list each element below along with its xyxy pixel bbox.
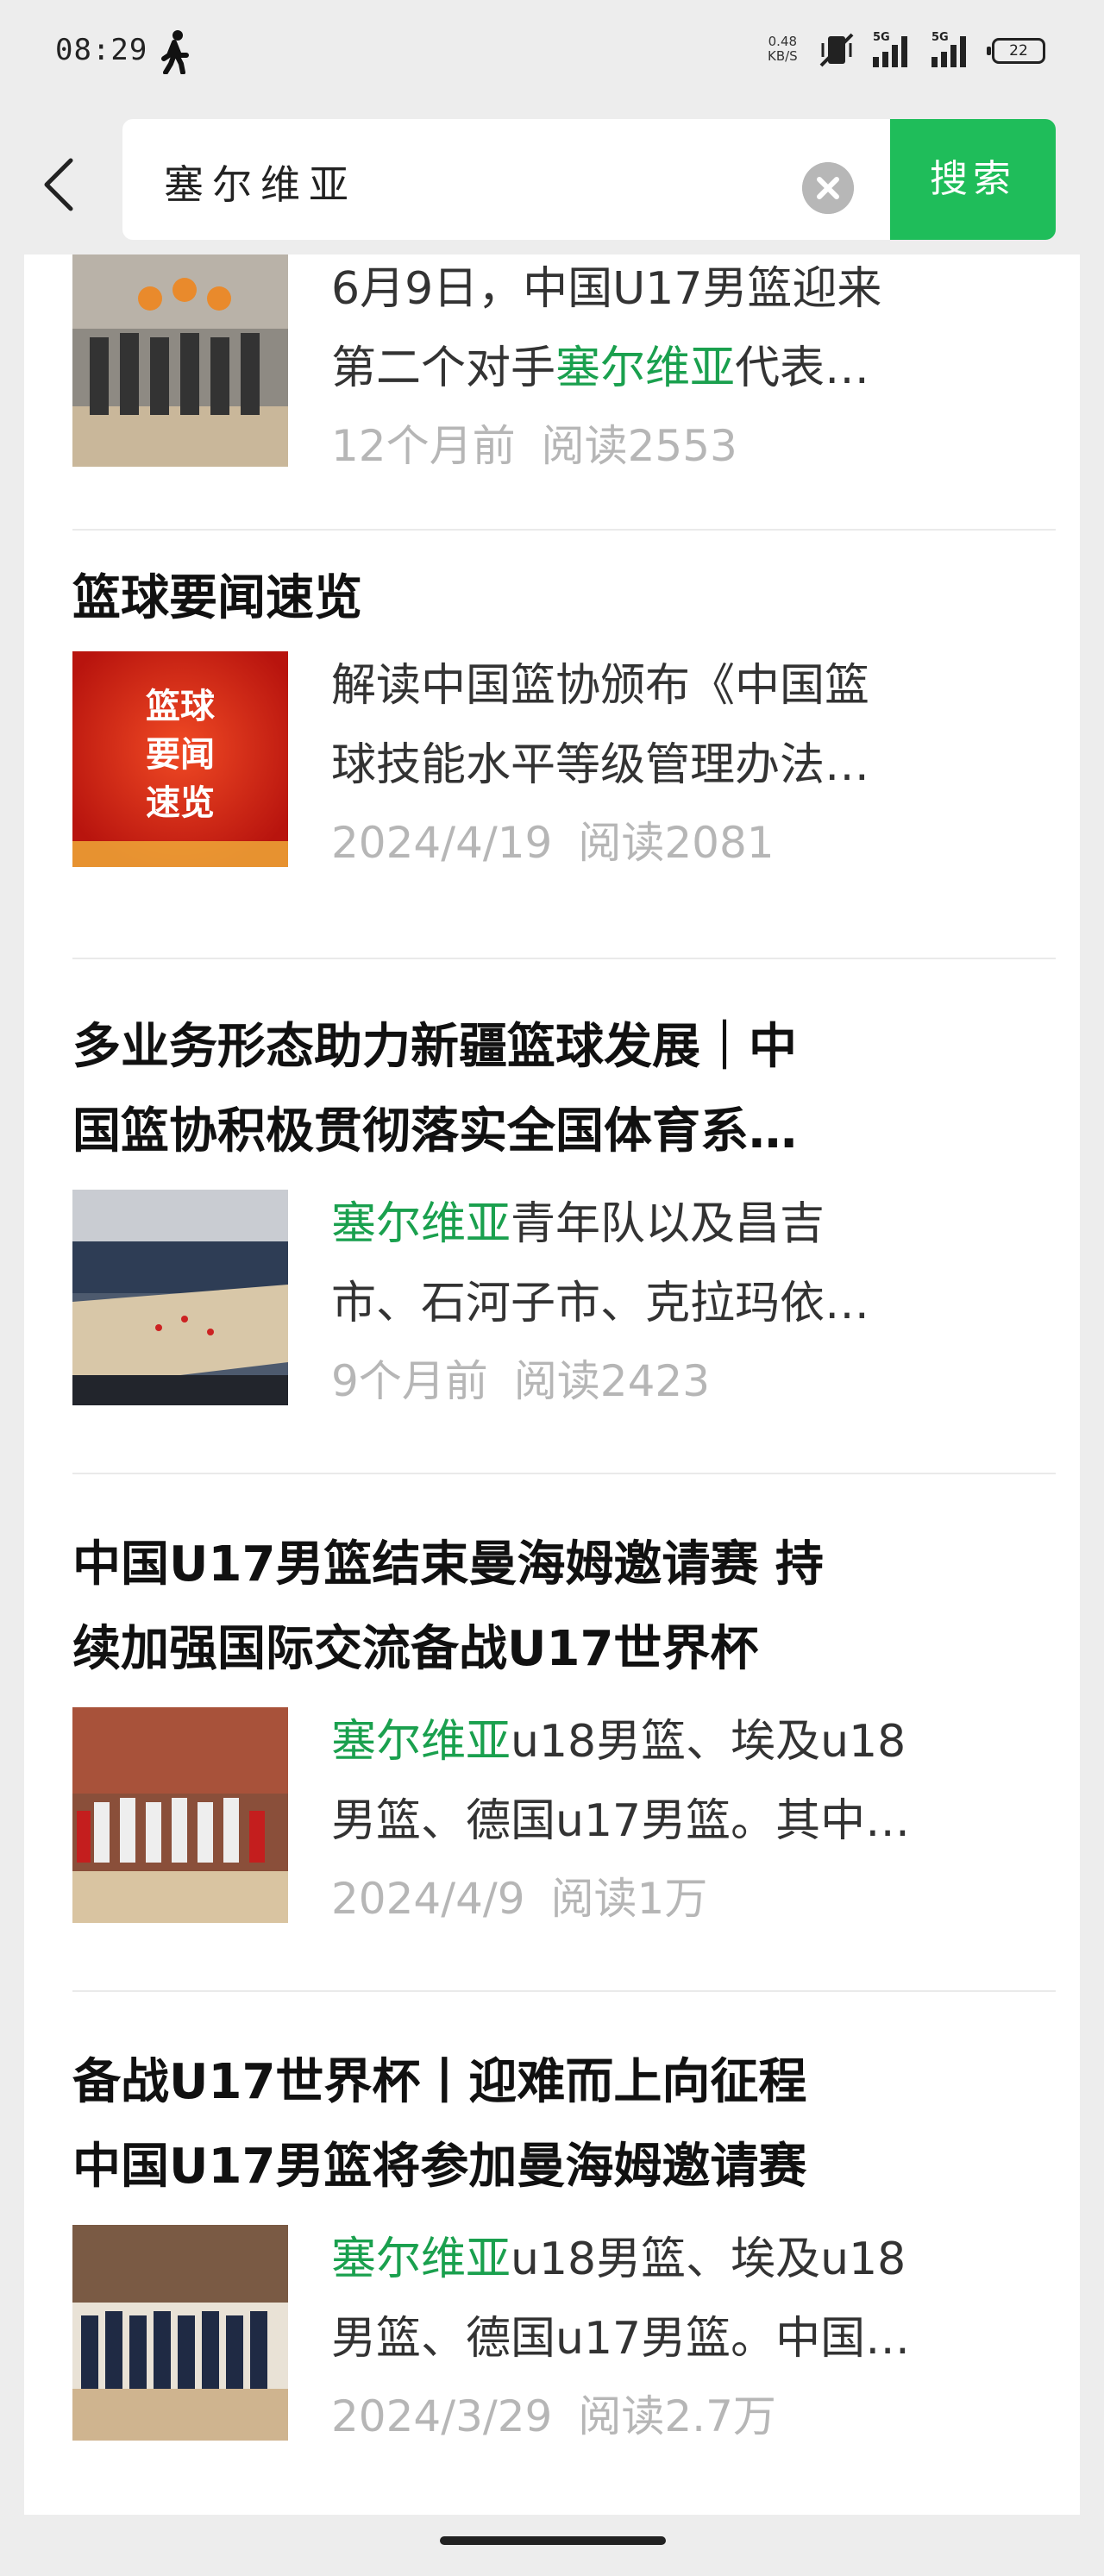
- thumbnail-news-graphic: 篮球 要闻 速览: [72, 651, 288, 867]
- snippet-line-2: 男篮、德国u17男篮。中国…: [331, 2313, 911, 2365]
- title-line-2: 中国U17男篮将参加曼海姆邀请赛: [72, 2139, 807, 2195]
- result-snippet: 塞尔维亚青年队以及昌吉 市、石河子市、克拉玛依…: [331, 1184, 1056, 1343]
- read-count: 阅读2081: [578, 818, 775, 868]
- result-card-3[interactable]: 多业务形态助力新疆篮球发展｜中 国篮协积极贯彻落实全国体育系… 塞尔维亚青年队以…: [72, 1005, 1056, 1414]
- thumbnail-caption: 篮球 要闻 速览: [72, 682, 288, 827]
- net-speed-value: 0.48: [768, 34, 798, 49]
- title-line-2: 国篮协积极贯彻落实全国体育系…: [72, 1103, 797, 1159]
- snippet-line-2: 第二个对手塞尔维亚代表…: [331, 329, 1056, 408]
- network-speed: 0.48 KB/S: [768, 35, 798, 64]
- result-snippet: 塞尔维亚u18男篮、埃及u18 男篮、德国u17男篮。其中…: [331, 1702, 1056, 1861]
- thumbnail-team-photo: [72, 254, 288, 467]
- snippet-line-2: 男篮、德国u17男篮。其中…: [331, 1795, 911, 1847]
- snippet-line-1: 塞尔维亚u18男篮、埃及u18: [331, 1702, 1056, 1781]
- result-snippet: 塞尔维亚u18男篮、埃及u18 男篮、德国u17男篮。中国…: [331, 2220, 1056, 2378]
- result-meta: 12个月前 阅读2553: [331, 412, 737, 474]
- result-body: 塞尔维亚u18男篮、埃及u18 男篮、德国u17男篮。中国… 2024/3/29…: [72, 2225, 1056, 2449]
- result-meta: 9个月前 阅读2423: [331, 1347, 710, 1409]
- clock: 08:29: [55, 33, 148, 67]
- status-bar: 08:29 0.48 KB/S 5G 5G 22: [0, 0, 1104, 104]
- thumb-text-1: 篮球: [146, 687, 215, 726]
- keyword-highlight: 塞尔维亚: [331, 1716, 511, 1768]
- divider: [72, 1473, 1056, 1474]
- snippet-line-2: 市、石河子市、克拉玛依…: [331, 1278, 870, 1329]
- snippet-text: 代表…: [735, 342, 870, 394]
- snippet-line-1: 塞尔维亚u18男篮、埃及u18: [331, 2220, 1056, 2299]
- signal-5g-1-icon: 5G: [866, 31, 914, 69]
- result-date: 9个月前: [331, 1356, 488, 1406]
- result-meta: 2024/4/9 阅读1万: [331, 1864, 707, 1926]
- snippet-line-2: 球技能水平等级管理办法…: [331, 739, 870, 791]
- result-title[interactable]: 篮球要闻速览: [72, 556, 1056, 641]
- result-card-4[interactable]: 中国U17男篮结束曼海姆邀请赛 持 续加强国际交流备战U17世界杯 塞尔维亚u1…: [72, 1523, 1056, 1932]
- result-card-1[interactable]: 6月9日，中国U17男篮迎来 第二个对手塞尔维亚代表… 12个月前 阅读2553: [72, 254, 1056, 479]
- thumbnail-team-photo: [72, 2225, 288, 2441]
- snippet-text: u18男篮、埃及u18: [511, 1716, 906, 1768]
- signal-5g-2-icon: 5G: [925, 31, 973, 69]
- thumbnail-arena-photo: [72, 1190, 288, 1405]
- result-meta: 2024/4/19 阅读2081: [331, 808, 775, 870]
- read-count: 阅读2423: [513, 1356, 711, 1406]
- title-line-2: 续加强国际交流备战U17世界杯: [72, 1621, 759, 1677]
- vibrate-mute-icon: [819, 33, 854, 67]
- search-query-text[interactable]: 塞尔维亚: [164, 154, 357, 210]
- result-body: 塞尔维亚青年队以及昌吉 市、石河子市、克拉玛依… 9个月前 阅读2423: [72, 1190, 1056, 1414]
- search-header: 塞尔维亚 搜索: [0, 104, 1104, 254]
- signal1-label: 5G: [873, 31, 890, 44]
- snippet-text: u18男篮、埃及u18: [511, 2234, 906, 2285]
- result-card-2[interactable]: 篮球要闻速览 篮球 要闻 速览 解读中国篮协颁布《中国篮 球技能水平等级管理办法…: [72, 556, 1056, 876]
- result-title[interactable]: 多业务形态助力新疆篮球发展｜中 国篮协积极贯彻落实全国体育系…: [72, 1005, 1056, 1174]
- title-line-1: 多业务形态助力新疆篮球发展｜中: [72, 1019, 797, 1075]
- divider: [72, 958, 1056, 959]
- divider: [72, 1990, 1056, 1992]
- thumb-text-3: 速览: [146, 783, 215, 823]
- result-body: 塞尔维亚u18男篮、埃及u18 男篮、德国u17男篮。其中… 2024/4/9 阅…: [72, 1707, 1056, 1932]
- read-count: 阅读1万: [550, 1874, 708, 1924]
- back-arrow-icon[interactable]: [34, 148, 86, 217]
- result-card-5[interactable]: 备战U17世界杯丨迎难而上向征程 中国U17男篮将参加曼海姆邀请赛 塞尔维亚u1…: [72, 2040, 1056, 2449]
- snippet-text: 青年队以及昌吉: [511, 1198, 825, 1250]
- result-snippet: 解读中国篮协颁布《中国篮 球技能水平等级管理办法…: [331, 646, 1056, 805]
- result-body: 6月9日，中国U17男篮迎来 第二个对手塞尔维亚代表… 12个月前 阅读2553: [72, 254, 1056, 479]
- result-title[interactable]: 中国U17男篮结束曼海姆邀请赛 持 续加强国际交流备战U17世界杯: [72, 1523, 1056, 1692]
- result-meta: 2024/3/29 阅读2.7万: [331, 2382, 776, 2444]
- result-date: 2024/4/19: [331, 818, 553, 868]
- snippet-line-1: 塞尔维亚青年队以及昌吉: [331, 1184, 1056, 1264]
- result-date: 2024/3/29: [331, 2391, 553, 2441]
- title-line-1: 中国U17男篮结束曼海姆邀请赛 持: [72, 1536, 824, 1593]
- search-button[interactable]: 搜索: [890, 119, 1056, 240]
- thumbnail-team-photo: [72, 1707, 288, 1923]
- snippet-text: 第二个对手: [331, 342, 556, 394]
- result-body: 篮球 要闻 速览 解读中国篮协颁布《中国篮 球技能水平等级管理办法… 2024/…: [72, 651, 1056, 876]
- thumb-text-2: 要闻: [146, 735, 215, 775]
- walking-icon: [161, 30, 189, 74]
- gesture-nav-handle[interactable]: [440, 2536, 666, 2545]
- divider: [72, 529, 1056, 531]
- net-speed-unit: KB/S: [768, 48, 798, 64]
- results-list: 6月9日，中国U17男篮迎来 第二个对手塞尔维亚代表… 12个月前 阅读2553 …: [24, 254, 1080, 2515]
- search-input[interactable]: 塞尔维亚: [122, 119, 890, 240]
- battery-icon: 22: [987, 38, 1045, 64]
- clear-icon[interactable]: [802, 162, 854, 214]
- keyword-highlight: 塞尔维亚: [331, 2234, 511, 2285]
- read-count: 阅读2553: [541, 421, 737, 471]
- keyword-highlight: 塞尔维亚: [555, 342, 736, 394]
- title-line-1: 备战U17世界杯丨迎难而上向征程: [72, 2054, 807, 2110]
- keyword-highlight: 塞尔维亚: [331, 1198, 511, 1250]
- result-date: 2024/4/9: [331, 1874, 525, 1924]
- signal2-label: 5G: [932, 31, 949, 44]
- read-count: 阅读2.7万: [578, 2391, 776, 2441]
- snippet-line-1: 解读中国篮协颁布《中国篮: [331, 660, 870, 712]
- snippet-line-1: 6月9日，中国U17男篮迎来: [331, 263, 882, 315]
- result-snippet: 6月9日，中国U17男篮迎来 第二个对手塞尔维亚代表…: [331, 254, 1056, 408]
- result-title[interactable]: 备战U17世界杯丨迎难而上向征程 中国U17男篮将参加曼海姆邀请赛: [72, 2040, 1056, 2209]
- result-date: 12个月前: [331, 421, 516, 471]
